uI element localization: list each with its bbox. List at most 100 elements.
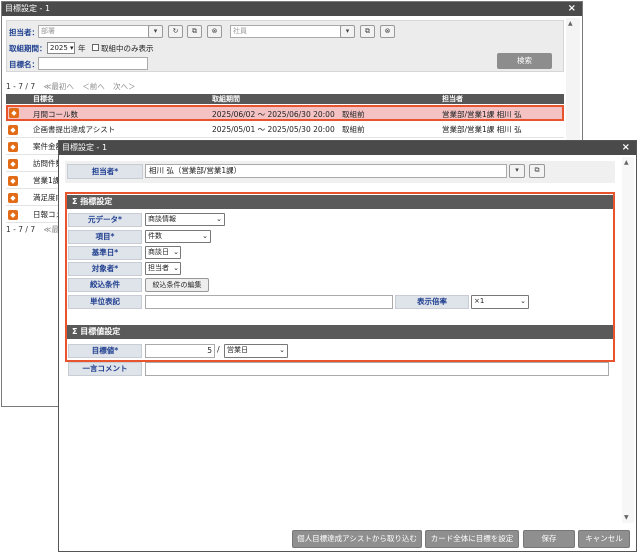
assignee-filter-label: 担当者： [9, 28, 39, 37]
goal-name-cell: 月間コール数 [33, 110, 78, 119]
goal-table-header: 目標名 取組期間 担当者 [6, 94, 564, 104]
period-label: 取組期間： [9, 44, 47, 53]
in-progress-label: 取組中のみ表示 [101, 44, 154, 53]
scroll-up-icon[interactable]: ▲ [624, 159, 629, 166]
base-date-value: 商談日 [148, 248, 169, 256]
goal-period-cell: 2025/05/01 ～ 2025/05/30 20:00 [212, 125, 335, 134]
goal-icon: ◆ [8, 142, 18, 152]
copy-icon: ⧉ [534, 166, 540, 174]
goal-unit-select[interactable]: 営業日 ⌄ [224, 344, 288, 358]
goal-status-cell: 取組前 [342, 110, 365, 119]
goal-name-input[interactable] [38, 57, 148, 70]
goal-assignee-cell: 営業部/営業1課 相川 弘 [442, 125, 522, 134]
staff-copy-button[interactable]: ⧉ [360, 25, 375, 38]
scale-select[interactable]: ×1 ⌄ [471, 295, 529, 309]
base-date-label: 基準日* [68, 246, 142, 260]
in-progress-checkbox[interactable] [92, 44, 99, 51]
header-period[interactable]: 取組期間 [212, 94, 240, 104]
goal-value-input[interactable]: 5 [145, 344, 215, 358]
unit-input[interactable] [145, 295, 393, 309]
footer-first-link[interactable]: ≪最 [43, 225, 58, 234]
assignee-dropdown-button[interactable]: ▾ [509, 164, 525, 178]
goal-separator: / [217, 345, 220, 354]
copy-icon: ⧉ [365, 27, 370, 35]
scroll-down-icon[interactable]: ▼ [624, 514, 629, 521]
chevron-down-icon: ⌄ [279, 346, 285, 354]
period-year-select[interactable]: 2025 ▾ [47, 42, 75, 54]
clear-icon: ⊗ [211, 27, 218, 35]
chevron-down-icon: ▾ [515, 166, 519, 174]
save-button[interactable]: 保存 [523, 530, 575, 548]
header-assignee[interactable]: 担当者 [442, 94, 463, 104]
goal-icon: ◆ [8, 125, 18, 135]
header-goal-name[interactable]: 目標名 [33, 94, 54, 104]
goal-icon: ◆ [8, 159, 18, 169]
goal-status-cell: 取組前 [342, 125, 365, 134]
source-data-select[interactable]: 商談情報 ⌄ [145, 213, 225, 226]
pager-next-link[interactable]: 次へ＞ [113, 82, 136, 91]
pager-prev-link[interactable]: ＜前へ [82, 82, 105, 91]
goal-section-header: Σ 目標値設定 [67, 325, 613, 339]
department-input[interactable]: 部署 [38, 25, 151, 38]
scale-label: 表示倍率 [395, 295, 469, 309]
filter-condition-label: 絞込条件 [68, 278, 142, 292]
pager-count: 1 - 7 / 7 [6, 82, 36, 91]
source-data-value: 商談情報 [148, 215, 176, 223]
search-button[interactable]: 検索 [497, 53, 552, 69]
staff-dropdown-button[interactable]: ▾ [340, 25, 355, 38]
unit-label: 単位表記 [68, 295, 142, 309]
background-window-titlebar: 目標設定 - 1 × [2, 2, 582, 16]
filter-panel: 担当者： 部署 ▾ ↻ ⧉ ⊗ 社員 ▾ ⧉ ⊗ 取組期間： 2025 ▾ 年 … [6, 20, 564, 72]
department-dropdown-button[interactable]: ▾ [148, 25, 163, 38]
chevron-down-icon: ▾ [153, 27, 158, 35]
table-row[interactable]: ◆ 月間コール数 2025/06/02 ～ 2025/06/30 20:00 取… [6, 105, 564, 121]
item-value: 件数 [148, 232, 162, 240]
background-window-title: 目標設定 - 1 [5, 4, 51, 13]
year-suffix: 年 [78, 44, 86, 53]
goal-period-cell: 2025/06/02 ～ 2025/06/30 20:00 [212, 110, 335, 119]
item-select[interactable]: 件数 ⌄ [145, 230, 211, 243]
target-select[interactable]: 担当者 ⌄ [145, 262, 181, 275]
item-label: 項目* [68, 230, 142, 244]
metric-section-header: Σ 指標設定 [67, 195, 613, 209]
base-date-select[interactable]: 商談日 ⌄ [145, 246, 181, 259]
edit-filter-button[interactable]: 絞込条件の編集 [145, 278, 209, 292]
set-card-goal-button[interactable]: カード全体に目標を設定 [425, 530, 519, 548]
goal-unit-value: 営業日 [227, 346, 248, 354]
assignee-field[interactable]: 相川 弘（営業部/営業1課） [145, 164, 507, 178]
target-value: 担当者 [148, 264, 169, 272]
import-assist-button[interactable]: 個人目標達成アシストから取り込む [292, 530, 422, 548]
target-label: 対象者* [68, 262, 142, 276]
dialog-title: 目標設定 - 1 [62, 143, 108, 152]
goal-icon: ◆ [8, 176, 18, 186]
pager: 1 - 7 / 7 ≪最初へ ＜前へ 次へ＞ [6, 81, 136, 92]
pager-first-link[interactable]: ≪最初へ [43, 82, 73, 91]
dialog-close-icon[interactable]: × [622, 141, 630, 155]
comment-input[interactable] [145, 362, 609, 376]
staff-clear-button[interactable]: ⊗ [380, 25, 395, 38]
goal-name-label: 目標名： [9, 60, 39, 69]
dialog-titlebar: 目標設定 - 1 × [59, 141, 636, 155]
copy-button[interactable]: ⧉ [187, 25, 202, 38]
source-data-label: 元データ* [68, 213, 142, 227]
cancel-button[interactable]: キャンセル [578, 530, 630, 548]
reset-button[interactable]: ↻ [168, 25, 183, 38]
assignee-label: 担当者* [67, 164, 143, 179]
table-row[interactable]: ◆ 企画書提出達成アシスト 2025/05/01 ～ 2025/05/30 20… [6, 122, 564, 138]
assignee-copy-button[interactable]: ⧉ [529, 164, 545, 178]
copy-icon: ⧉ [192, 27, 197, 35]
scroll-up-icon[interactable]: ▲ [568, 20, 573, 27]
chevron-down-icon: ⌄ [216, 215, 222, 223]
clear-button[interactable]: ⊗ [207, 25, 222, 38]
dialog-scrollbar[interactable]: ▲ ▼ [622, 157, 634, 523]
goal-settings-dialog: 目標設定 - 1 × 担当者* 相川 弘（営業部/営業1課） ▾ ⧉ Σ 指標設… [58, 140, 637, 552]
goal-icon: ◆ [8, 193, 18, 203]
goal-icon: ◆ [9, 108, 19, 118]
background-close-icon[interactable]: × [568, 2, 576, 16]
refresh-icon: ↻ [172, 27, 179, 35]
staff-input[interactable]: 社員 [230, 25, 343, 38]
chevron-down-icon: ⌄ [173, 248, 179, 256]
chevron-down-icon: ⌄ [173, 264, 179, 272]
chevron-down-icon: ▾ [345, 27, 350, 35]
goal-assignee-cell: 営業部/営業1課 相川 弘 [442, 110, 522, 119]
